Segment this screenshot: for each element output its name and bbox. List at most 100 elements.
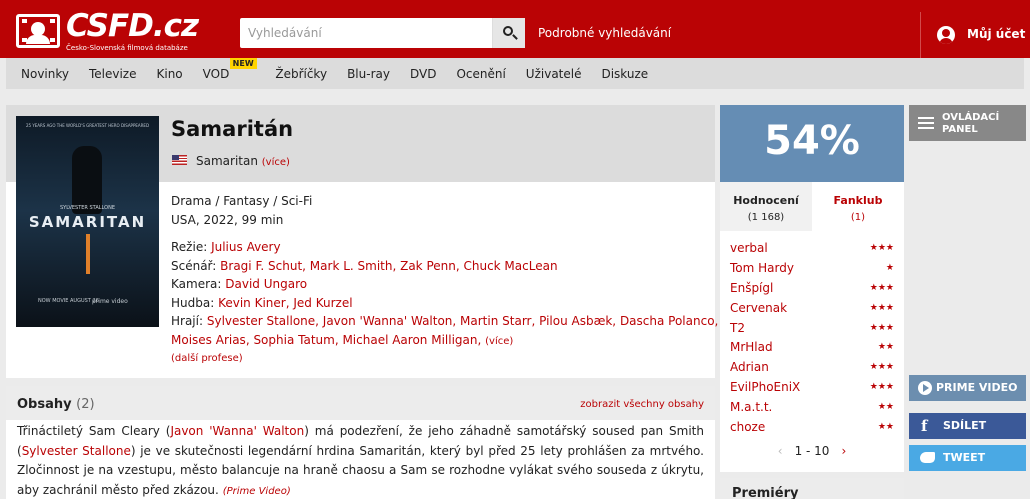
list-item: Adrian ★★★ xyxy=(730,357,894,377)
logo-text: CSFD.cz xyxy=(66,8,199,44)
premiery-title: Premiéry xyxy=(732,486,799,499)
rater-name-link[interactable]: Adrian xyxy=(730,360,769,374)
cast-more-link[interactable]: (více) xyxy=(485,336,513,347)
raters-list: verbal ★★★ Tom Hardy ★ Enšpígl ★★★ Cervenak… xyxy=(730,238,894,437)
tab-ratings[interactable]: Hodnocení (1 168) xyxy=(720,182,812,231)
film-logo-icon xyxy=(16,14,60,48)
film-crew: Režie: Julius Avery Scénář: Bragi F. Sch… xyxy=(171,238,718,352)
rater-name-link[interactable]: Tom Hardy xyxy=(730,261,794,275)
original-title-more-link[interactable]: (více) xyxy=(262,157,290,168)
prime-video-button[interactable]: PRIME VIDEO xyxy=(909,375,1026,401)
plot-actor-link[interactable]: Sylvester Stallone xyxy=(22,444,131,458)
menu-icon xyxy=(918,117,934,129)
nav-item-vod-label: VOD xyxy=(202,66,230,81)
plot-source-link[interactable]: (Prime Video) xyxy=(223,486,291,497)
tab-fanclub[interactable]: Fanklub (1) xyxy=(812,182,904,231)
plot-title-text: Obsahy xyxy=(17,397,72,412)
tab-fanclub-label: Fanklub xyxy=(833,194,883,207)
twitter-tweet-button[interactable]: TWEET xyxy=(909,445,1026,471)
nav-item-oceneni[interactable]: Ocenění xyxy=(456,67,505,81)
poster-actor: SYLVESTER STALLONE xyxy=(60,205,115,211)
film-title: Samaritán xyxy=(171,117,294,141)
film-info-panel: 25 YEARS AGO THE WORLD'S GREATEST HERO D… xyxy=(6,105,718,378)
list-item: Enšpígl ★★★ xyxy=(730,278,894,298)
star-rating: ★★★ xyxy=(869,382,894,393)
other-professions-link[interactable]: (další profese) xyxy=(171,353,243,364)
nav-item-novinky[interactable]: Novinky xyxy=(21,67,69,81)
rating-value: 54% xyxy=(764,118,860,164)
plot-title: Obsahy (2) xyxy=(17,397,95,412)
crew-row-cast: Hrají: Sylvester Stallone, Javon 'Wanna'… xyxy=(171,312,718,331)
list-item: MrHlad ★★ xyxy=(730,337,894,357)
rater-name-link[interactable]: T2 xyxy=(730,321,745,335)
crew-row-cast-cont: Moises Arias, Sophia Tatum, Michael Aaro… xyxy=(171,331,707,352)
crew-label: Hudba: xyxy=(171,295,215,310)
tweet-label: TWEET xyxy=(943,451,986,464)
cast-link[interactable]: Moises Arias, Sophia Tatum, Michael Aaro… xyxy=(171,333,481,347)
advanced-search-link[interactable]: Podrobné vyhledávání xyxy=(538,26,671,40)
poster-tagline: 25 YEARS AGO THE WORLD'S GREATEST HERO D… xyxy=(25,123,150,128)
control-panel-label: OVLÁDACÍ PANEL xyxy=(942,112,1000,135)
play-icon xyxy=(918,381,932,395)
nav-item-vod[interactable]: VOD NEW xyxy=(202,57,257,81)
plot-header: Obsahy (2) zobrazit všechny obsahy xyxy=(6,386,715,420)
chevron-right-icon[interactable]: › xyxy=(841,444,846,458)
crew-label: Hrají: xyxy=(171,314,204,328)
rater-name-link[interactable]: Enšpígl xyxy=(730,281,773,295)
original-title: Samaritan (více) xyxy=(196,154,290,168)
camera-link[interactable]: David Ungaro xyxy=(225,277,307,291)
rater-name-link[interactable]: MrHlad xyxy=(730,340,773,354)
list-item: Cervenak ★★★ xyxy=(730,298,894,318)
pager-label: 1 - 10 xyxy=(794,444,830,458)
rater-name-link[interactable]: verbal xyxy=(730,241,768,255)
share-label: SDÍLET xyxy=(943,419,987,432)
rating-box: 54% xyxy=(720,105,904,182)
tab-ratings-count: (1 168) xyxy=(747,212,785,223)
search-box xyxy=(240,18,525,48)
film-genres: Drama / Fantasy / Sci-Fi xyxy=(171,194,313,208)
cast-link[interactable]: Sylvester Stallone, Javon 'Wanna' Walton… xyxy=(207,314,719,328)
plot-count: (2) xyxy=(76,397,95,412)
star-rating: ★★★ xyxy=(869,362,894,373)
new-badge: NEW xyxy=(229,57,257,69)
film-poster[interactable]: 25 YEARS AGO THE WORLD'S GREATEST HERO D… xyxy=(16,116,159,327)
nav-item-zebricky[interactable]: Žebříčky xyxy=(275,67,327,81)
facebook-icon: f xyxy=(921,417,928,435)
crew-row-writers: Scénář: Bragi F. Schut, Mark L. Smith, Z… xyxy=(171,257,707,276)
writers-link[interactable]: Bragi F. Schut, Mark L. Smith, Zak Penn,… xyxy=(220,259,557,273)
usa-flag-icon xyxy=(172,155,187,165)
original-title-text: Samaritan xyxy=(196,154,258,168)
nav-item-kino[interactable]: Kino xyxy=(157,67,183,81)
nav-item-diskuze[interactable]: Diskuze xyxy=(601,67,648,81)
search-input[interactable] xyxy=(240,18,492,48)
nav-item-bluray[interactable]: Blu-ray xyxy=(347,67,390,81)
star-rating: ★★ xyxy=(877,421,894,432)
list-item: Tom Hardy ★ xyxy=(730,258,894,278)
nav-item-televize[interactable]: Televize xyxy=(89,67,137,81)
nav-item-uzivatele[interactable]: Uživatelé xyxy=(526,67,582,81)
star-rating: ★★★ xyxy=(869,302,894,313)
prime-video-label: PRIME VIDEO xyxy=(936,381,1018,394)
csfd-logo[interactable]: CSFD.cz Česko-Slovenská filmová databáze xyxy=(14,8,199,54)
star-rating: ★★★ xyxy=(869,282,894,293)
rater-name-link[interactable]: EvilPhoEniX xyxy=(730,380,800,394)
account-button[interactable]: Můj účet xyxy=(920,12,1030,58)
rater-name-link[interactable]: choze xyxy=(730,420,765,434)
nav-item-dvd[interactable]: DVD xyxy=(410,67,436,81)
crew-label: Kamera: xyxy=(171,277,222,291)
poster-footer: NOW MOVIE AUGUST 26 xyxy=(38,298,99,304)
list-item: verbal ★★★ xyxy=(730,238,894,258)
show-all-plots-link[interactable]: zobrazit všechny obsahy xyxy=(580,399,704,410)
director-link[interactable]: Julius Avery xyxy=(211,240,281,254)
rater-name-link[interactable]: M.a.t.t. xyxy=(730,400,772,414)
film-origin: USA, 2022, 99 min xyxy=(171,213,284,227)
logo-subtitle: Česko-Slovenská filmová databáze xyxy=(66,44,188,52)
search-button[interactable] xyxy=(492,18,525,48)
facebook-share-button[interactable]: f SDÍLET xyxy=(909,413,1026,439)
plot-actor-link[interactable]: Javon 'Wanna' Walton xyxy=(170,424,304,438)
raters-pager: ‹ 1 - 10 › xyxy=(720,444,904,458)
rater-name-link[interactable]: Cervenak xyxy=(730,301,787,315)
control-panel-button[interactable]: OVLÁDACÍ PANEL xyxy=(909,105,1026,141)
music-link[interactable]: Kevin Kiner, Jed Kurzel xyxy=(218,296,352,310)
chevron-left-icon[interactable]: ‹ xyxy=(778,444,783,458)
